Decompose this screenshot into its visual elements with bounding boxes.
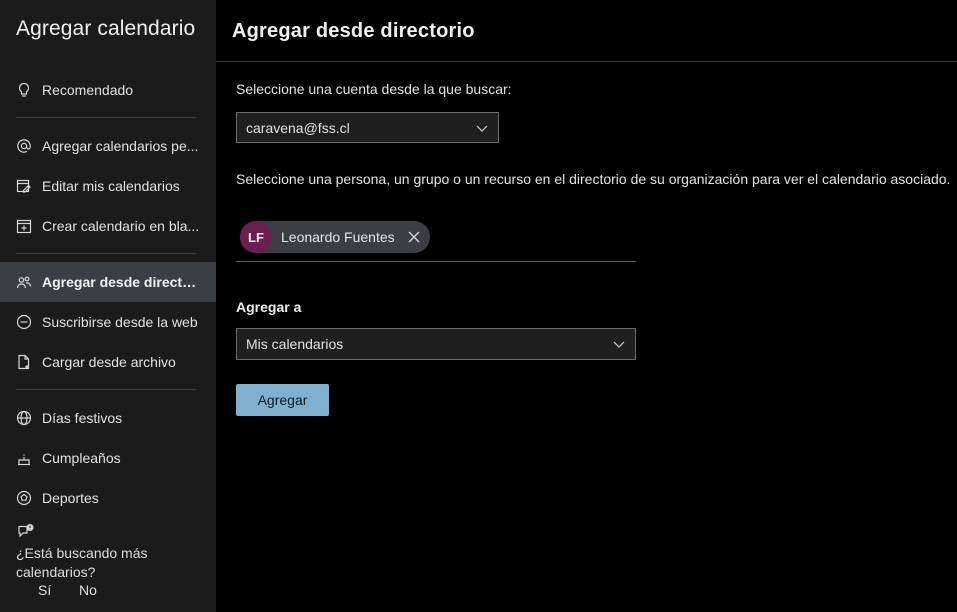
link-icon <box>16 314 32 330</box>
add-to-label: Agregar a <box>236 299 302 315</box>
sidebar-item-suscribirse-desde-la-web[interactable]: Suscribirse desde la web <box>0 302 216 342</box>
sidebar-divider <box>16 117 196 118</box>
feedback-no-button[interactable]: No <box>79 582 97 598</box>
selected-person-name: Leonardo Fuentes <box>281 229 395 245</box>
account-select[interactable]: caravena@fss.cl <box>236 112 499 143</box>
sidebar-item-dias-festivos[interactable]: Días festivos <box>0 398 216 438</box>
avatar: LF <box>240 221 272 253</box>
sidebar-title: Agregar calendario <box>16 17 196 40</box>
main-panel: Agregar desde directorio Seleccione una … <box>216 0 957 612</box>
sidebar-item-label: Suscribirse desde la web <box>42 314 198 330</box>
feedback-yes-button[interactable]: Sí <box>38 582 51 598</box>
file-upload-icon <box>16 354 32 370</box>
sidebar-item-label: Días festivos <box>42 410 123 426</box>
sidebar-item-label: Crear calendario en bla... <box>42 218 200 234</box>
feedback-question: ¿Está buscando más calendarios? <box>16 545 148 580</box>
sidebar-item-label: Recomendado <box>42 82 134 98</box>
add-button[interactable]: Agregar <box>236 384 329 416</box>
chevron-down-icon <box>475 121 489 135</box>
add-to-select-value: Mis calendarios <box>246 336 344 352</box>
sidebar-item-label: Editar mis calendarios <box>42 178 180 194</box>
sidebar-item-label: Cumpleaños <box>42 450 121 466</box>
page-title: Agregar desde directorio <box>232 20 475 42</box>
chevron-down-icon <box>612 337 626 351</box>
at-sign-icon <box>16 138 32 154</box>
sidebar-divider <box>16 389 196 390</box>
people-icon <box>16 274 32 290</box>
account-prompt: Seleccione una cuenta desde la que busca… <box>236 81 512 97</box>
sidebar-item-deportes[interactable]: Deportes <box>0 478 216 518</box>
sidebar-item-cargar-desde-archivo[interactable]: Cargar desde archivo <box>0 342 216 382</box>
feedback-icon <box>17 523 35 541</box>
lightbulb-icon <box>16 82 32 98</box>
directory-prompt: Seleccione una persona, un grupo o un re… <box>236 171 951 187</box>
sidebar-item-label: Agregar desde director... <box>42 274 202 290</box>
sidebar-item-crear-calendario-en-blanco[interactable]: Crear calendario en bla... <box>0 206 216 246</box>
close-icon[interactable] <box>406 229 422 245</box>
add-to-select[interactable]: Mis calendarios <box>236 328 636 360</box>
sidebar-item-label: Deportes <box>42 490 99 506</box>
globe-icon <box>16 410 32 426</box>
cake-icon <box>16 450 32 466</box>
account-select-value: caravena@fss.cl <box>246 119 350 136</box>
sidebar-item-agregar-desde-directorio[interactable]: Agregar desde director... <box>0 262 216 302</box>
sidebar-item-editar-mis-calendarios[interactable]: Editar mis calendarios <box>0 166 216 206</box>
sidebar-item-recomendado[interactable]: Recomendado <box>0 70 216 110</box>
sidebar-item-agregar-calendarios-personales[interactable]: Agregar calendarios pe... <box>0 126 216 166</box>
sidebar-item-label: Cargar desde archivo <box>42 354 176 370</box>
header-divider <box>216 61 957 62</box>
sidebar-item-label: Agregar calendarios pe... <box>42 138 199 154</box>
people-picker-underline <box>236 261 636 262</box>
sidebar-divider <box>16 253 196 254</box>
new-calendar-icon <box>16 218 32 234</box>
app-window: Agregar calendario Recomendado Agregar c… <box>0 0 957 612</box>
sidebar-item-cumpleanos[interactable]: Cumpleaños <box>0 438 216 478</box>
selected-person-chip: LF Leonardo Fuentes <box>240 221 430 253</box>
edit-calendar-icon <box>16 178 32 194</box>
sidebar: Agregar calendario Recomendado Agregar c… <box>0 0 216 612</box>
sports-ball-icon <box>16 490 32 506</box>
